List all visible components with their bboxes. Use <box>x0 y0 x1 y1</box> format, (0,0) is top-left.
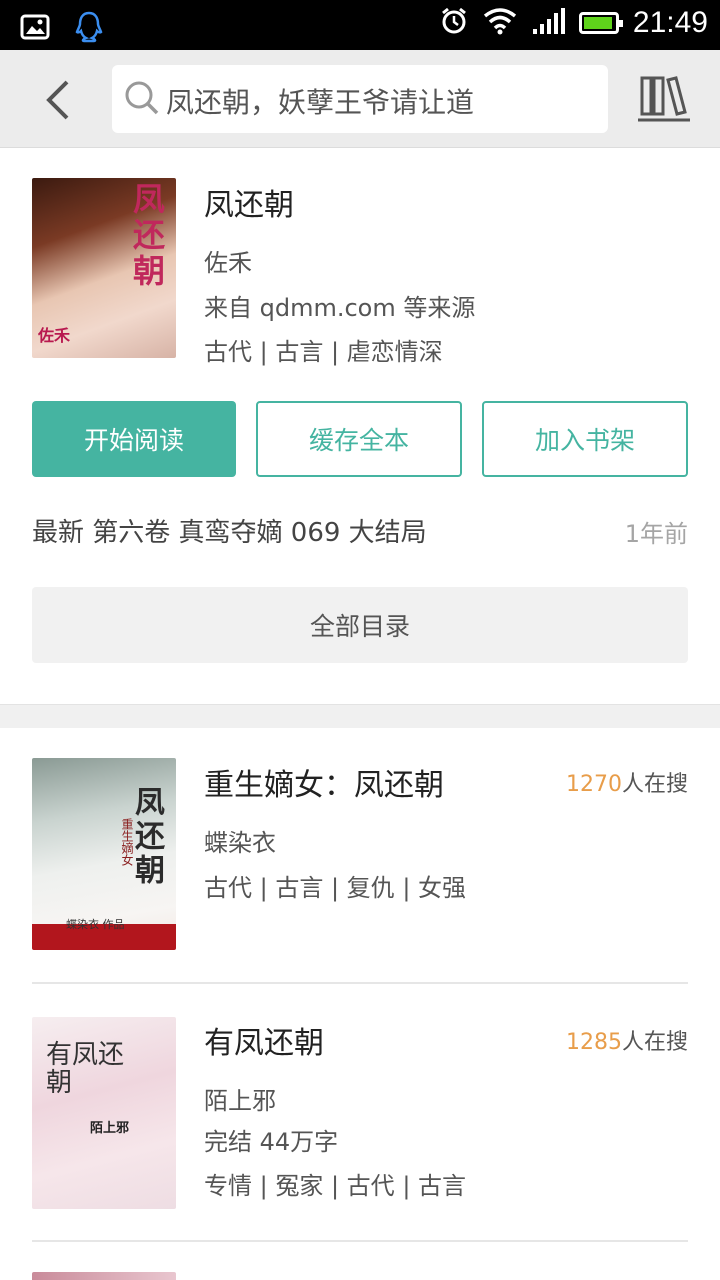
cover-subtitle: 重生嫡女 <box>120 818 134 866</box>
book-source: 来自 qdmm.com 等来源 <box>204 294 476 322</box>
latest-chapter-time: 1年前 <box>624 520 688 548</box>
search-icon <box>125 81 159 115</box>
list-divider <box>32 1240 688 1242</box>
book-author[interactable]: 佐禾 <box>204 243 252 278</box>
back-button[interactable] <box>30 70 86 130</box>
search-count: 1270人在搜 <box>566 766 688 798</box>
book-title: 有凤还朝 <box>204 1026 324 1061</box>
signal-icon <box>531 7 565 39</box>
search-input[interactable]: 凤还朝，妖孽王爷请让道 <box>112 65 608 133</box>
qq-icon <box>74 10 104 48</box>
book-cover: 凤还朝 重生嫡女 蝶染衣 作品 <box>32 758 176 950</box>
wifi-icon <box>483 7 517 39</box>
book-author: 陌上邪 <box>204 1087 276 1115</box>
latest-chapter[interactable]: 最新 第六卷 真鸾夺嫡 069 大结局 <box>32 512 427 549</box>
cover-author: 佐禾 <box>38 326 71 345</box>
clock: 21:49 <box>632 6 708 39</box>
book-cover: 有凤还朝 陌上邪 <box>32 1017 176 1209</box>
book-cover[interactable]: 凤还朝 佐禾 <box>32 178 176 358</box>
list-item[interactable]: 有凤还朝 陌上邪 有凤还朝 1285人在搜 陌上邪 完结 44万字 专情 | 冤… <box>0 986 720 1242</box>
add-to-shelf-button[interactable]: 加入书架 <box>482 401 688 477</box>
cover-author: 陌上邪 <box>90 1121 130 1136</box>
list-item[interactable]: 凤还朝 重生嫡女 蝶染衣 作品 重生嫡女：凤还朝 1270人在搜 蝶染衣 古代 … <box>0 728 720 984</box>
cover-title: 有凤还朝 <box>46 1040 125 1098</box>
search-query: 凤还朝，妖孽王爷请让道 <box>166 86 475 119</box>
cover-author: 蝶染衣 作品 <box>66 918 125 931</box>
section-separator <box>0 704 720 728</box>
status-bar: 21:49 <box>0 0 720 50</box>
book-author: 蝶染衣 <box>204 829 276 857</box>
bookshelf-icon <box>638 76 690 122</box>
back-icon <box>46 80 69 120</box>
bookshelf-button[interactable] <box>636 74 692 124</box>
table-of-contents-button[interactable]: 全部目录 <box>32 587 688 663</box>
search-count-number: 1270 <box>565 772 622 797</box>
search-count-label: 人在搜 <box>621 1030 688 1055</box>
start-reading-button[interactable]: 开始阅读 <box>32 401 236 477</box>
list-divider <box>32 982 688 984</box>
book-title: 重生嫡女：凤还朝 <box>204 768 444 803</box>
cache-all-button[interactable]: 缓存全本 <box>256 401 462 477</box>
book-tags: 古代 | 古言 | 虐恋情深 <box>204 338 443 366</box>
book-cover-partial <box>32 1272 176 1280</box>
image-icon <box>20 14 50 44</box>
search-count-number: 1285 <box>565 1030 622 1055</box>
book-tags: 专情 | 冤家 | 古代 | 古言 <box>204 1172 467 1200</box>
battery-icon <box>578 12 623 34</box>
alarm-icon <box>439 6 469 40</box>
search-header: 凤还朝，妖孽王爷请让道 <box>0 50 720 148</box>
cover-title: 凤还朝 <box>128 182 166 290</box>
book-tags: 古代 | 古言 | 复仇 | 女强 <box>204 874 467 902</box>
search-count-label: 人在搜 <box>621 772 688 797</box>
book-status: 完结 44万字 <box>204 1128 339 1156</box>
book-title: 凤还朝 <box>204 188 294 223</box>
search-count: 1285人在搜 <box>566 1024 688 1056</box>
book-detail: 凤还朝 佐禾 凤还朝 佐禾 来自 qdmm.com 等来源 古代 | 古言 | … <box>0 148 720 704</box>
